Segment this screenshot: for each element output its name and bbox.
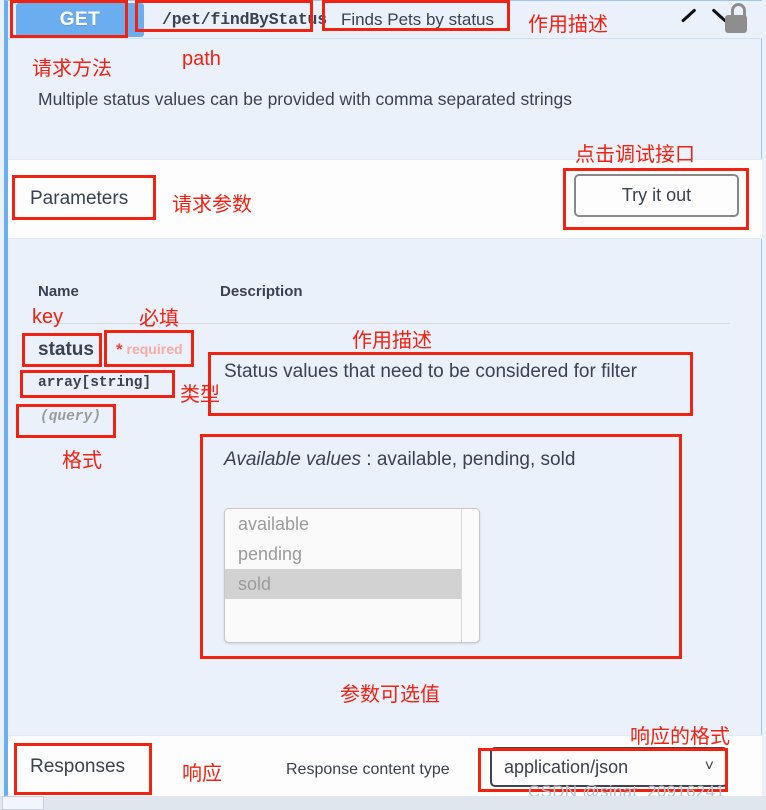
parameters-section-title: Parameters bbox=[30, 188, 129, 209]
bottom-strip-tab bbox=[2, 796, 44, 810]
annotation-label-key: key bbox=[32, 306, 64, 328]
http-method-badge[interactable]: GET bbox=[16, 2, 144, 37]
annotation-label-options: 参数可选值 bbox=[340, 682, 440, 706]
list-item-sold[interactable]: sold bbox=[225, 569, 479, 599]
annotation-label-format: 格式 bbox=[62, 448, 102, 472]
parameters-header-band: Parameters Try it out bbox=[8, 159, 762, 239]
annotation-label-response: 响应 bbox=[182, 761, 222, 785]
available-values-text: available, pending, sold bbox=[376, 449, 576, 470]
chevron-up-icon[interactable] bbox=[680, 7, 710, 33]
annotation-label-type: 类型 bbox=[180, 382, 220, 406]
list-item-available[interactable]: available bbox=[225, 509, 479, 539]
listbox-scrollbar[interactable] bbox=[461, 509, 479, 642]
annotation-label-required: 必填 bbox=[139, 306, 179, 330]
operation-summary-bar[interactable]: GET /pet/findByStatus Finds Pets by stat… bbox=[8, 1, 762, 39]
parameter-name: status bbox=[38, 339, 94, 360]
available-values-label: Available values bbox=[224, 449, 361, 470]
operation-summary-text: Finds Pets by status bbox=[340, 9, 495, 29]
annotation-label-respfmt: 响应的格式 bbox=[630, 724, 730, 748]
parameter-description: Status values that need to be considered… bbox=[224, 361, 637, 382]
bottom-strip bbox=[0, 796, 766, 810]
column-header-name: Name bbox=[38, 283, 79, 300]
operation-description: Multiple status values can be provided w… bbox=[38, 89, 573, 109]
annotation-label-tryitout: 点击调试接口 bbox=[575, 142, 695, 166]
required-label: required bbox=[126, 341, 183, 357]
operation-path: /pet/findByStatus bbox=[162, 10, 327, 29]
unlocked-padlock-icon[interactable] bbox=[722, 3, 750, 35]
response-content-type-label: Response content type bbox=[286, 761, 450, 778]
response-content-type-value: application/json bbox=[504, 756, 629, 777]
status-multiselect-listbox[interactable]: available pending sold bbox=[224, 508, 480, 643]
parameter-type: array[string] bbox=[38, 375, 152, 391]
responses-section-title: Responses bbox=[30, 756, 126, 777]
screenshot-root: GET /pet/findByStatus Finds Pets by stat… bbox=[0, 0, 766, 810]
padlock-body bbox=[725, 15, 747, 33]
available-values-line: Available values : available, pending, s… bbox=[224, 449, 575, 471]
annotation-label-method: 请求方法 bbox=[32, 56, 112, 80]
response-content-type-select[interactable]: application/json ˅ bbox=[490, 747, 728, 787]
try-it-out-button[interactable]: Try it out bbox=[574, 174, 739, 217]
annotation-label-params: 请求参数 bbox=[172, 192, 252, 216]
column-header-description: Description bbox=[220, 283, 303, 300]
chevron-down-icon: ˅ bbox=[704, 758, 714, 775]
annotation-label-path: path bbox=[182, 48, 221, 70]
operation-block: GET /pet/findByStatus Finds Pets by stat… bbox=[4, 0, 762, 797]
parameter-location: (query) bbox=[40, 409, 101, 425]
annotation-label-summary: 作用描述 bbox=[528, 12, 608, 36]
available-values-separator: : bbox=[360, 449, 377, 470]
required-star: * bbox=[116, 340, 123, 359]
list-item-pending[interactable]: pending bbox=[225, 539, 479, 569]
parameter-required-badge: * required bbox=[116, 340, 183, 360]
annotation-label-descr: 作用描述 bbox=[352, 328, 432, 352]
